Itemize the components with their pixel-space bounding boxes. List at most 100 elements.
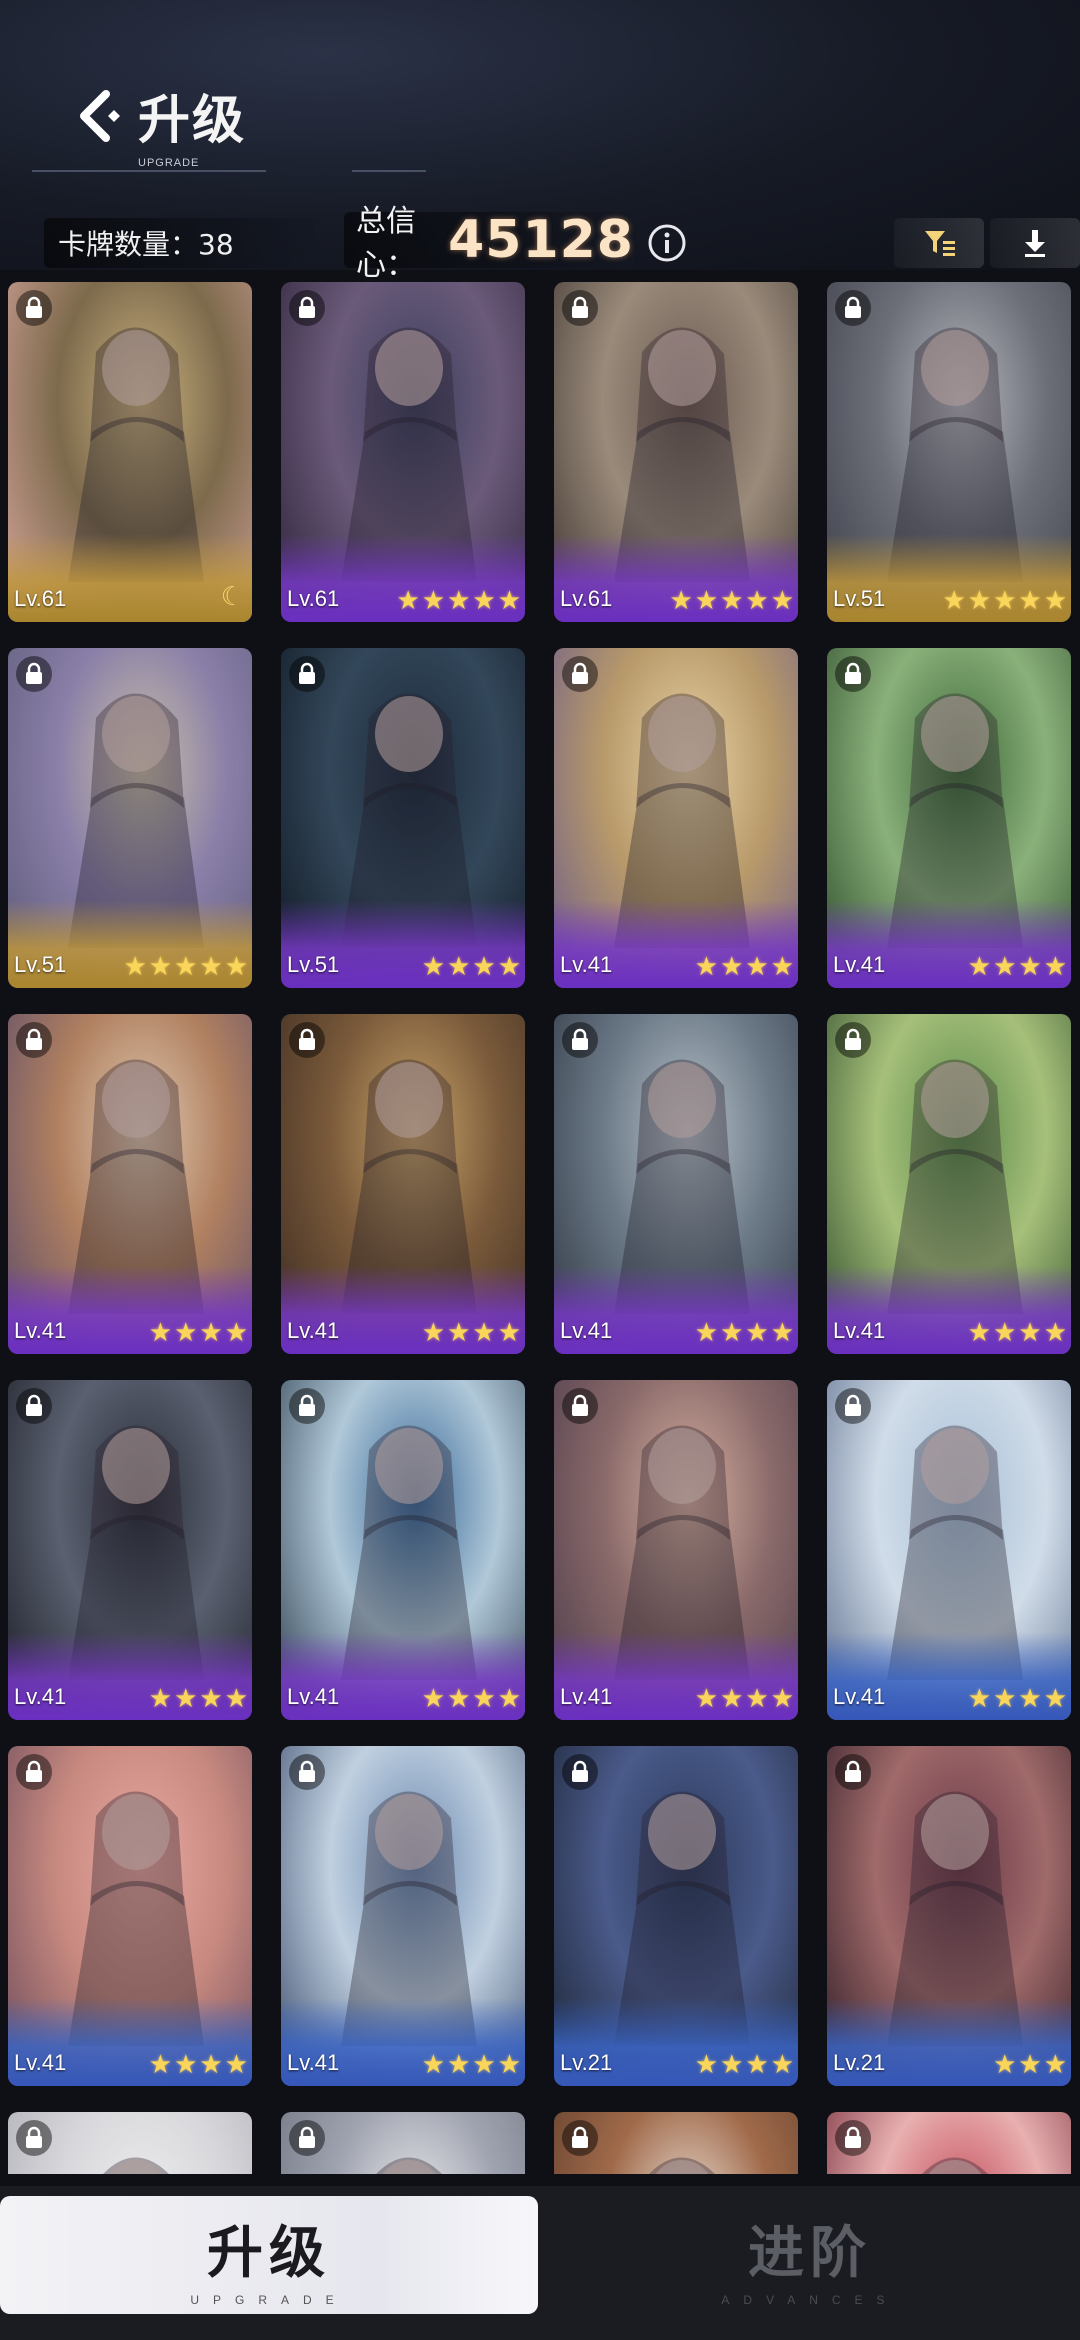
tab-advances[interactable]: 进阶 ADVANCES bbox=[540, 2196, 1080, 2314]
character-card[interactable] bbox=[8, 2112, 252, 2174]
character-card[interactable]: Lv.51 ★ ★ ★ ★ ★ bbox=[827, 282, 1071, 622]
lock-icon bbox=[26, 296, 42, 318]
lock-button[interactable] bbox=[16, 1754, 52, 1790]
lock-button[interactable] bbox=[562, 1754, 598, 1790]
page-title-group: 升级 UPGRADE bbox=[138, 78, 246, 169]
card-grid: Lv.61 ☾ Lv.61 ★ ★ ★ ★ ★ Lv.61 ★ ★ ★ ★ ★ Lv.51 ★ ★ ★ ★ ★ Lv.5… bbox=[0, 282, 1080, 2174]
back-button[interactable] bbox=[72, 86, 132, 146]
lock-button[interactable] bbox=[835, 290, 871, 326]
character-card[interactable]: Lv.21 ★ ★ ★ ★ bbox=[554, 1746, 798, 2086]
star-icon: ★ bbox=[770, 586, 794, 616]
star-icon: ★ bbox=[1043, 1318, 1067, 1348]
card-level: Lv.41 bbox=[560, 1684, 613, 1709]
lock-button[interactable] bbox=[562, 290, 598, 326]
lock-icon bbox=[26, 1760, 42, 1782]
star-icon: ★ bbox=[993, 586, 1017, 616]
lock-button[interactable] bbox=[562, 1022, 598, 1058]
character-card[interactable] bbox=[827, 2112, 1071, 2174]
lock-button[interactable] bbox=[289, 2120, 325, 2156]
character-card[interactable]: Lv.41 ★ ★ ★ ★ bbox=[554, 1380, 798, 1720]
character-card[interactable]: Lv.41 ★ ★ ★ ★ bbox=[827, 1014, 1071, 1354]
character-card[interactable]: Lv.51 ★ ★ ★ ★ bbox=[281, 648, 525, 988]
card-level: Lv.21 bbox=[560, 2050, 613, 2075]
lock-button[interactable] bbox=[835, 1754, 871, 1790]
lock-button[interactable] bbox=[16, 1388, 52, 1424]
character-card[interactable]: Lv.41 ★ ★ ★ ★ bbox=[827, 1380, 1071, 1720]
star-icon: ★ bbox=[720, 586, 744, 616]
lock-button[interactable] bbox=[562, 2120, 598, 2156]
tab-advances-sub: ADVANCES bbox=[721, 2293, 899, 2307]
confidence-label: 总信心： bbox=[356, 204, 416, 283]
character-card[interactable]: Lv.41 ★ ★ ★ ★ bbox=[281, 1380, 525, 1720]
lock-button[interactable] bbox=[835, 1022, 871, 1058]
star-icon: ★ bbox=[720, 1684, 744, 1714]
character-card[interactable]: Lv.41 ★ ★ ★ ★ bbox=[281, 1746, 525, 2086]
card-stars: ★ ★ ★ ★ bbox=[968, 954, 1067, 980]
character-card[interactable]: Lv.61 ☾ bbox=[8, 282, 252, 622]
character-card[interactable]: Lv.41 ★ ★ ★ ★ bbox=[8, 1380, 252, 1720]
card-level: Lv.41 bbox=[287, 1318, 340, 1343]
star-icon: ★ bbox=[174, 952, 198, 982]
card-stars: ★ ★ ★ ★ ★ bbox=[123, 954, 248, 980]
star-icon: ★ bbox=[421, 1684, 446, 1714]
star-icon: ★ bbox=[967, 586, 992, 616]
character-card[interactable]: Lv.41 ★ ★ ★ ★ bbox=[827, 648, 1071, 988]
character-card[interactable]: Lv.41 ★ ★ ★ ★ bbox=[554, 648, 798, 988]
lock-button[interactable] bbox=[562, 1388, 598, 1424]
character-card[interactable]: Lv.61 ★ ★ ★ ★ ★ bbox=[554, 282, 798, 622]
character-card[interactable]: Lv.41 ★ ★ ★ ★ bbox=[554, 1014, 798, 1354]
star-icon: ★ bbox=[770, 1684, 794, 1714]
star-icon: ★ bbox=[745, 952, 769, 982]
lock-button[interactable] bbox=[289, 656, 325, 692]
lock-button[interactable] bbox=[562, 656, 598, 692]
star-icon: ★ bbox=[447, 586, 471, 616]
lock-button[interactable] bbox=[16, 290, 52, 326]
card-count-label: 卡牌数量：38 bbox=[58, 228, 234, 261]
lock-icon bbox=[26, 1394, 42, 1416]
card-stars: ★ ★ ★ ★ ★ bbox=[942, 588, 1067, 614]
character-card[interactable]: Lv.41 ★ ★ ★ ★ bbox=[8, 1014, 252, 1354]
star-icon: ★ bbox=[745, 586, 769, 616]
star-icon: ★ bbox=[148, 1318, 173, 1348]
lock-button[interactable] bbox=[289, 1754, 325, 1790]
star-icon: ★ bbox=[942, 586, 966, 616]
star-icon: ★ bbox=[472, 2050, 496, 2080]
lock-button[interactable] bbox=[289, 1022, 325, 1058]
lock-icon bbox=[299, 296, 315, 318]
lock-button[interactable] bbox=[289, 1388, 325, 1424]
lock-button[interactable] bbox=[835, 656, 871, 692]
lock-button[interactable] bbox=[16, 1022, 52, 1058]
lock-button[interactable] bbox=[16, 656, 52, 692]
lock-icon bbox=[299, 1028, 315, 1050]
tab-upgrade[interactable]: 升级 UPGRADE bbox=[0, 2196, 538, 2314]
character-card[interactable] bbox=[281, 2112, 525, 2174]
tab-advances-label: 进阶 bbox=[748, 2221, 872, 2286]
character-card[interactable]: Lv.21 ★ ★ ★ bbox=[827, 1746, 1071, 2086]
card-stars: ★ ★ ★ ★ bbox=[968, 1320, 1067, 1346]
lock-icon bbox=[299, 662, 315, 684]
star-icon: ★ bbox=[224, 2050, 248, 2080]
lock-button[interactable] bbox=[835, 2120, 871, 2156]
lock-button[interactable] bbox=[16, 2120, 52, 2156]
star-icon: ★ bbox=[694, 586, 719, 616]
star-icon: ★ bbox=[199, 1318, 223, 1348]
star-icon: ★ bbox=[224, 1318, 248, 1348]
lock-button[interactable] bbox=[835, 1388, 871, 1424]
character-card[interactable] bbox=[554, 2112, 798, 2174]
star-icon: ★ bbox=[770, 952, 794, 982]
star-icon: ★ bbox=[447, 1684, 471, 1714]
star-icon: ★ bbox=[1043, 1684, 1067, 1714]
character-card[interactable]: Lv.61 ★ ★ ★ ★ ★ bbox=[281, 282, 525, 622]
character-card[interactable]: Lv.51 ★ ★ ★ ★ ★ bbox=[8, 648, 252, 988]
filter-button[interactable] bbox=[894, 218, 984, 268]
lock-button[interactable] bbox=[289, 290, 325, 326]
download-button[interactable] bbox=[990, 218, 1080, 268]
info-button[interactable] bbox=[646, 222, 688, 264]
card-stars: ★ ★ ★ ★ bbox=[695, 2052, 794, 2078]
star-icon: ★ bbox=[123, 952, 147, 982]
star-icon: ★ bbox=[497, 952, 521, 982]
character-card[interactable]: Lv.41 ★ ★ ★ ★ bbox=[8, 1746, 252, 2086]
character-card[interactable]: Lv.41 ★ ★ ★ ★ bbox=[281, 1014, 525, 1354]
star-icon: ★ bbox=[694, 952, 719, 982]
page-title: 升级 bbox=[138, 91, 247, 151]
